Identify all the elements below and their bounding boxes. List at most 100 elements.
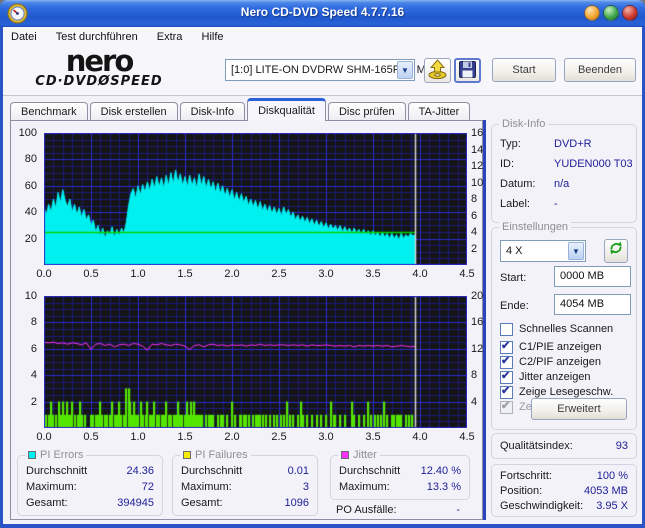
chevron-down-icon[interactable]: ▼ xyxy=(397,61,413,79)
field-label: Typ: xyxy=(500,138,521,150)
axis-tick-label: 6 xyxy=(471,209,478,222)
refresh-icon xyxy=(610,241,622,255)
pi-errors-legend-label: PI Errors xyxy=(40,449,84,461)
axis-tick-label: 40 xyxy=(24,206,37,219)
axis-tick-label: 10 xyxy=(24,290,37,302)
tab-disc-pruefen[interactable]: Disc prüfen xyxy=(327,102,406,121)
axis-tick-label: 3.0 xyxy=(318,431,334,443)
settings-legend: Einstellungen xyxy=(499,221,572,233)
axis-tick-label: 4 xyxy=(471,226,478,238)
axis-tick-label: 20 xyxy=(471,290,484,302)
pif-left-axis: 10 8 6 4 2 xyxy=(11,290,40,428)
jitter-stats-box: Jitter Durchschnitt 12.40 % Maximum: 13.3 … xyxy=(330,449,470,500)
pi-errors-legend: PI Errors xyxy=(25,449,87,461)
axis-tick-label: 60 xyxy=(24,179,37,192)
stat-label: Durchschnitt xyxy=(339,465,401,477)
tab-bar: Benchmark Disk erstellen Disk-Info Diskq… xyxy=(10,98,472,121)
tab-ta-jitter[interactable]: TA-Jitter xyxy=(407,102,471,121)
pi-errors-stats-box: PI Errors Durchschnitt 24.36 Maximum: 72 G… xyxy=(17,449,163,516)
pi-failures-swatch xyxy=(183,451,191,459)
axis-tick-label: 0.0 xyxy=(36,431,52,443)
pif-jitter-chart-canvas xyxy=(44,296,467,428)
nero-logo: nero CD·DVDØSPEED xyxy=(19,44,179,90)
checkbox-label: C2/PIF anzeigen xyxy=(519,356,601,368)
axis-tick-label: 80 xyxy=(24,153,37,166)
advanced-button[interactable]: Erweitert xyxy=(531,398,627,420)
field-label: Label: xyxy=(500,198,530,210)
nero-logo-text: nero xyxy=(65,44,135,78)
field-value: DVD+R xyxy=(554,138,592,150)
pi-failures-stats-box: PI Failures Durchschnitt 0.01 Maximum: 3 G… xyxy=(172,449,318,516)
axis-tick-label: 4 xyxy=(30,369,37,382)
tab-diskqualitaet[interactable]: Diskqualität xyxy=(247,98,326,121)
stat-label: Durchschnitt xyxy=(181,465,243,477)
speed-select-value: 4 X xyxy=(506,245,523,257)
stat-value: 12.40 % xyxy=(420,465,461,477)
minimize-button[interactable] xyxy=(584,5,600,21)
tab-benchmark[interactable]: Benchmark xyxy=(10,102,88,121)
stat-value: 13.3 % xyxy=(426,481,461,493)
drive-select-value: [1:0] LITE-ON DVDRW SHM-165P6S MS0R xyxy=(231,64,448,76)
axis-tick-label: 100 xyxy=(18,127,37,139)
axis-tick-label: 2.0 xyxy=(224,431,240,443)
end-field-label: Ende: xyxy=(500,300,529,312)
field-label: Datum: xyxy=(500,178,536,190)
axis-tick-label: 0.0 xyxy=(36,268,52,280)
axis-tick-label: 1.5 xyxy=(177,431,193,443)
axis-tick-label: 8 xyxy=(30,316,37,329)
maximize-button[interactable] xyxy=(603,5,619,21)
stat-value: 394945 xyxy=(117,497,154,509)
stat-value: 1096 xyxy=(284,497,309,509)
axis-tick-label: 10 xyxy=(471,176,484,189)
stat-label: Durchschnitt xyxy=(26,465,88,477)
axis-tick-label: 4.0 xyxy=(412,431,428,443)
checkmark-icon: ✔ xyxy=(501,355,511,367)
speed-select[interactable]: 4 X ▼ xyxy=(500,240,586,262)
field-value: n/a xyxy=(554,178,570,190)
jitter-legend-label: Jitter xyxy=(353,449,377,461)
quit-button[interactable]: Beenden xyxy=(564,58,636,82)
chevron-down-icon[interactable]: ▼ xyxy=(568,242,584,260)
pi-errors-swatch xyxy=(28,451,36,459)
drive-select[interactable]: [1:0] LITE-ON DVDRW SHM-165P6S MS0R ▼ xyxy=(225,59,447,81)
pi-errors-x-axis: 0.0 0.5 1.0 1.5 2.0 2.5 3.0 3.5 4.0 4.5 xyxy=(36,267,474,281)
axis-tick-label: 0.5 xyxy=(83,268,99,280)
window-title: Nero CD-DVD Speed 4.7.7.16 xyxy=(240,5,405,19)
axis-tick-label: 0.5 xyxy=(83,431,99,443)
axis-tick-label: 8 xyxy=(471,369,478,382)
axis-tick-label: 1.0 xyxy=(130,431,146,443)
position-label: Position: xyxy=(500,485,543,497)
cdspeed-logo-text: CD·DVDØSPEED xyxy=(35,74,163,89)
close-button[interactable] xyxy=(622,5,638,21)
start-field[interactable]: 0000 MB xyxy=(554,266,631,287)
pif-jitter-chart: 10 8 6 4 2 20 16 12 8 4 0.0 0.5 1.0 1.5 2.0 2.5 3.0 3.5… xyxy=(11,289,489,449)
checkmark-icon: ✔ xyxy=(501,340,511,352)
menu-extra[interactable]: Extra xyxy=(149,27,191,47)
stat-label: Maximum: xyxy=(339,481,390,493)
progress-value: 100 % xyxy=(596,470,628,482)
refresh-button[interactable] xyxy=(604,239,628,263)
menu-hilfe[interactable]: Hilfe xyxy=(194,27,232,47)
checkbox-label: Jitter anzeigen xyxy=(519,371,591,383)
axis-tick-label: 8 xyxy=(471,193,478,205)
pi-failures-legend: PI Failures xyxy=(180,449,251,461)
title-bar[interactable]: Nero CD-DVD Speed 4.7.7.16 xyxy=(0,0,645,27)
axis-tick-label: 1.5 xyxy=(177,268,193,280)
side-panel: Disk-Info Typ: DVD+R ID: YUDEN000 T03 Datu… xyxy=(486,118,642,520)
po-failures-row: PO Ausfälle: - xyxy=(336,504,466,518)
quality-index-value: 93 xyxy=(615,440,628,452)
jitter-legend: Jitter xyxy=(338,449,380,461)
axis-tick-label: 4.5 xyxy=(459,431,475,443)
axis-tick-label: 2.5 xyxy=(271,268,287,280)
save-button[interactable] xyxy=(454,58,481,83)
start-button[interactable]: Start xyxy=(492,58,556,82)
progress-box: Fortschritt: 100 % Position: 4053 MB Gesch… xyxy=(491,464,637,517)
stat-label: Maximum: xyxy=(26,481,77,493)
tab-disk-erstellen[interactable]: Disk erstellen xyxy=(89,102,178,121)
end-field[interactable]: 4054 MB xyxy=(554,294,631,315)
pif-x-axis: 0.0 0.5 1.0 1.5 2.0 2.5 3.0 3.5 4.0 4.5 xyxy=(36,430,474,444)
tab-disk-info[interactable]: Disk-Info xyxy=(179,102,246,121)
eject-button[interactable] xyxy=(424,58,451,83)
menu-datei[interactable]: Datei xyxy=(3,27,45,47)
pi-failures-legend-label: PI Failures xyxy=(195,449,248,461)
